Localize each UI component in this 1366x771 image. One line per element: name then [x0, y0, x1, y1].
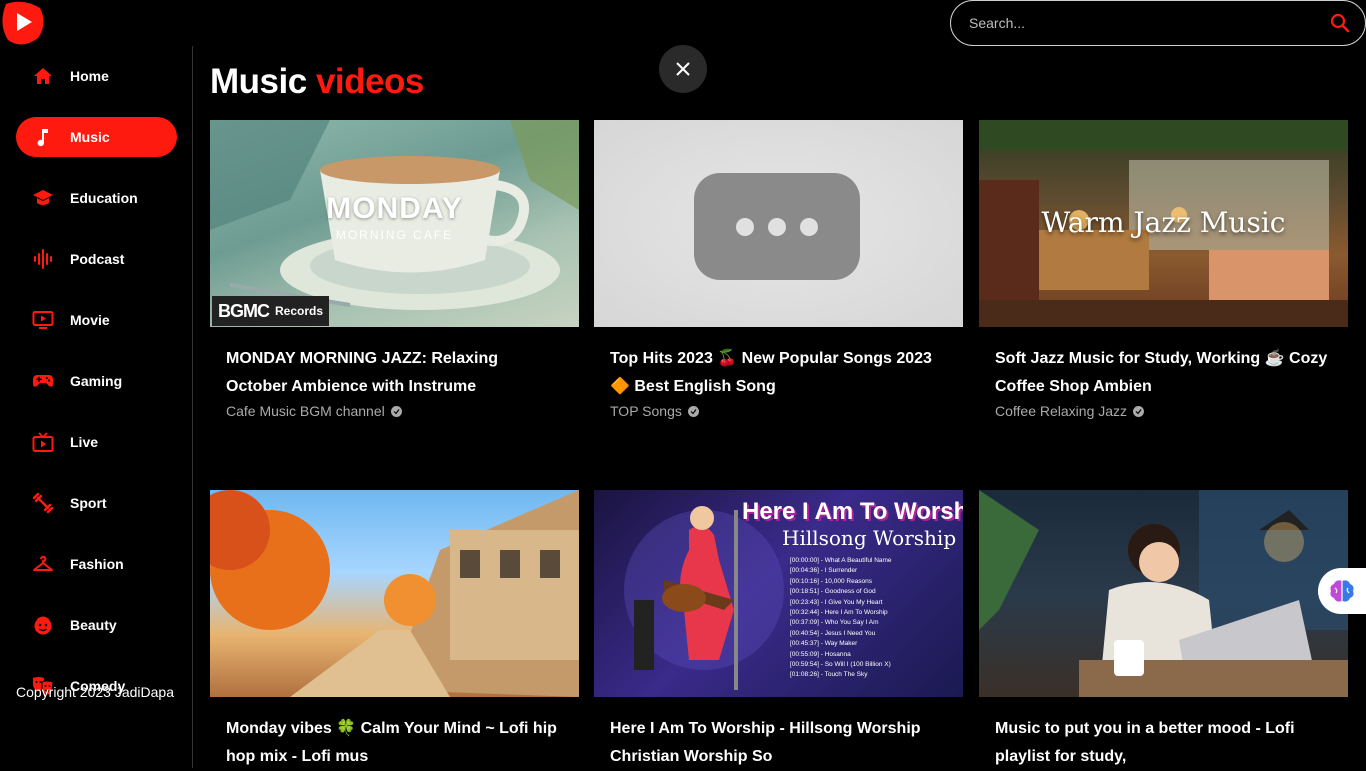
- video-thumbnail[interactable]: [979, 490, 1348, 697]
- sidebar-item-label: Gaming: [70, 373, 123, 389]
- sidebar-item-home[interactable]: Home: [16, 56, 177, 96]
- tracklist-item: [00:40:54] - Jesus I Need You: [790, 629, 876, 637]
- video-thumbnail[interactable]: [594, 120, 963, 327]
- video-card[interactable]: Music to put you in a better mood - Lofi…: [979, 490, 1348, 771]
- page-title: Music videos: [210, 62, 424, 102]
- close-icon: [676, 62, 690, 76]
- video-thumbnail[interactable]: [210, 490, 579, 697]
- tracklist-item: [00:04:36] - I Surrender: [790, 567, 858, 575]
- sidebar-item-label: Movie: [70, 312, 110, 328]
- music-note-icon: [32, 126, 54, 148]
- video-channel[interactable]: TOP Songs: [610, 403, 947, 419]
- video-card[interactable]: MONDAY MORNING CAFE BGMC Records MONDAY …: [210, 120, 579, 419]
- video-card[interactable]: Warm Jazz Music Soft Jazz Music for Stud…: [979, 120, 1348, 419]
- video-thumbnail[interactable]: Warm Jazz Music: [979, 120, 1348, 327]
- sidebar-item-education[interactable]: Education: [16, 178, 177, 218]
- tracklist-item: [01:08:26] - Touch The Sky: [790, 671, 868, 679]
- video-title[interactable]: Monday vibes 🍀 Calm Your Mind ~ Lofi hip…: [226, 715, 563, 771]
- video-title[interactable]: Music to put you in a better mood - Lofi…: [995, 715, 1332, 771]
- copyright-text: Copyright 2023 JadiDapa: [16, 684, 174, 700]
- video-thumbnail[interactable]: Here I Am To Worship Hillsong Worship [0…: [594, 490, 963, 697]
- hanger-icon: [32, 553, 54, 575]
- sidebar-item-label: Home: [70, 68, 109, 84]
- video-card[interactable]: Monday vibes 🍀 Calm Your Mind ~ Lofi hip…: [210, 490, 579, 771]
- thumbnail-heading: Warm Jazz Music: [1041, 206, 1286, 239]
- sidebar-item-live[interactable]: Live: [16, 422, 177, 462]
- tracklist-item: [00:10:16] - 10,000 Reasons: [790, 577, 873, 585]
- video-title[interactable]: Top Hits 2023 🍒 New Popular Songs 2023 🔶…: [610, 345, 947, 401]
- tracklist-item: [00:45:37] - Way Maker: [790, 640, 858, 648]
- video-placeholder-icon: [694, 173, 860, 280]
- close-button[interactable]: [659, 45, 707, 93]
- sidebar-item-fashion[interactable]: Fashion: [16, 544, 177, 584]
- video-title[interactable]: Soft Jazz Music for Study, Working ☕ Coz…: [995, 345, 1332, 401]
- sidebar-item-label: Music: [70, 129, 110, 145]
- brain-icon: [1330, 580, 1354, 602]
- sidebar-item-music[interactable]: Music: [16, 117, 177, 157]
- tracklist: [00:00:00] - What A Beautiful Name [00:0…: [790, 556, 892, 681]
- video-card[interactable]: Top Hits 2023 🍒 New Popular Songs 2023 🔶…: [594, 120, 963, 419]
- tracklist-item: [00:59:54] - So Will I (100 Billion X): [790, 661, 891, 669]
- verified-icon: [390, 405, 402, 417]
- video-channel[interactable]: Cafe Music BGM channel: [226, 403, 563, 419]
- sidebar-item-beauty[interactable]: Beauty: [16, 605, 177, 645]
- tracklist-item: [00:18:51] - Goodness of God: [790, 588, 876, 596]
- thumbnail-heading: MONDAY: [326, 192, 463, 225]
- app-logo[interactable]: [0, 0, 46, 46]
- page-title-accent: videos: [315, 62, 424, 101]
- audio-wave-icon: [32, 248, 54, 270]
- channel-name[interactable]: TOP Songs: [610, 403, 682, 419]
- search-bar[interactable]: [950, 0, 1366, 46]
- sidebar-item-gaming[interactable]: Gaming: [16, 361, 177, 401]
- sidebar-item-label: Live: [70, 434, 99, 450]
- channel-name[interactable]: Cafe Music BGM channel: [226, 403, 385, 419]
- video-title[interactable]: MONDAY MORNING JAZZ: Relaxing October Am…: [226, 345, 563, 401]
- assistant-button[interactable]: [1318, 568, 1366, 614]
- search-icon[interactable]: [1329, 12, 1351, 34]
- graduation-cap-icon: [32, 187, 54, 209]
- face-icon: [32, 614, 54, 636]
- dumbbell-icon: [32, 492, 54, 514]
- sidebar-item-label: Podcast: [70, 251, 125, 267]
- video-channel[interactable]: Coffee Relaxing Jazz: [995, 403, 1332, 419]
- live-tv-icon: [32, 431, 54, 453]
- video-thumbnail[interactable]: MONDAY MORNING CAFE BGMC Records: [210, 120, 579, 327]
- thumbnail-badge-logo: BGMC: [218, 300, 270, 321]
- video-card[interactable]: Here I Am To Worship Hillsong Worship [0…: [594, 490, 963, 771]
- sidebar-item-movie[interactable]: Movie: [16, 300, 177, 340]
- tracklist-item: [00:00:00] - What A Beautiful Name: [790, 557, 892, 564]
- gamepad-icon: [32, 370, 54, 392]
- tv-play-icon: [32, 309, 54, 331]
- home-icon: [32, 65, 54, 87]
- play-logo-icon: [2, 1, 44, 45]
- verified-icon: [1133, 405, 1145, 417]
- tracklist-item: [00:37:09] - Who You Say I Am: [790, 619, 879, 627]
- tracklist-item: [00:55:09] - Hosanna: [790, 650, 851, 658]
- thumbnail-badge-label: Records: [275, 304, 324, 318]
- tracklist-item: [00:32:44] - Here I Am To Worship: [790, 609, 888, 617]
- sidebar-item-label: Sport: [70, 495, 107, 511]
- sidebar-item-podcast[interactable]: Podcast: [16, 239, 177, 279]
- channel-name[interactable]: Coffee Relaxing Jazz: [995, 403, 1127, 419]
- search-input[interactable]: [969, 15, 1329, 31]
- sidebar: Home Music Education Podcast Movie Gamin…: [0, 46, 193, 768]
- sidebar-item-label: Fashion: [70, 556, 124, 572]
- sidebar-item-label: Beauty: [70, 617, 117, 633]
- page-title-prefix: Music: [210, 62, 307, 101]
- thumbnail-badge: BGMC Records: [212, 296, 330, 326]
- video-title[interactable]: Here I Am To Worship - Hillsong Worship …: [610, 715, 947, 771]
- sidebar-item-label: Education: [70, 190, 138, 206]
- thumbnail-heading: Here I Am To Worship: [742, 498, 963, 525]
- thumbnail-subheading: Hillsong Worship: [782, 526, 957, 550]
- verified-icon: [687, 405, 699, 417]
- sidebar-item-sport[interactable]: Sport: [16, 483, 177, 523]
- tracklist-item: [00:23:43] - I Give You My Heart: [790, 598, 883, 606]
- thumbnail-subheading: MORNING CAFE: [335, 228, 454, 242]
